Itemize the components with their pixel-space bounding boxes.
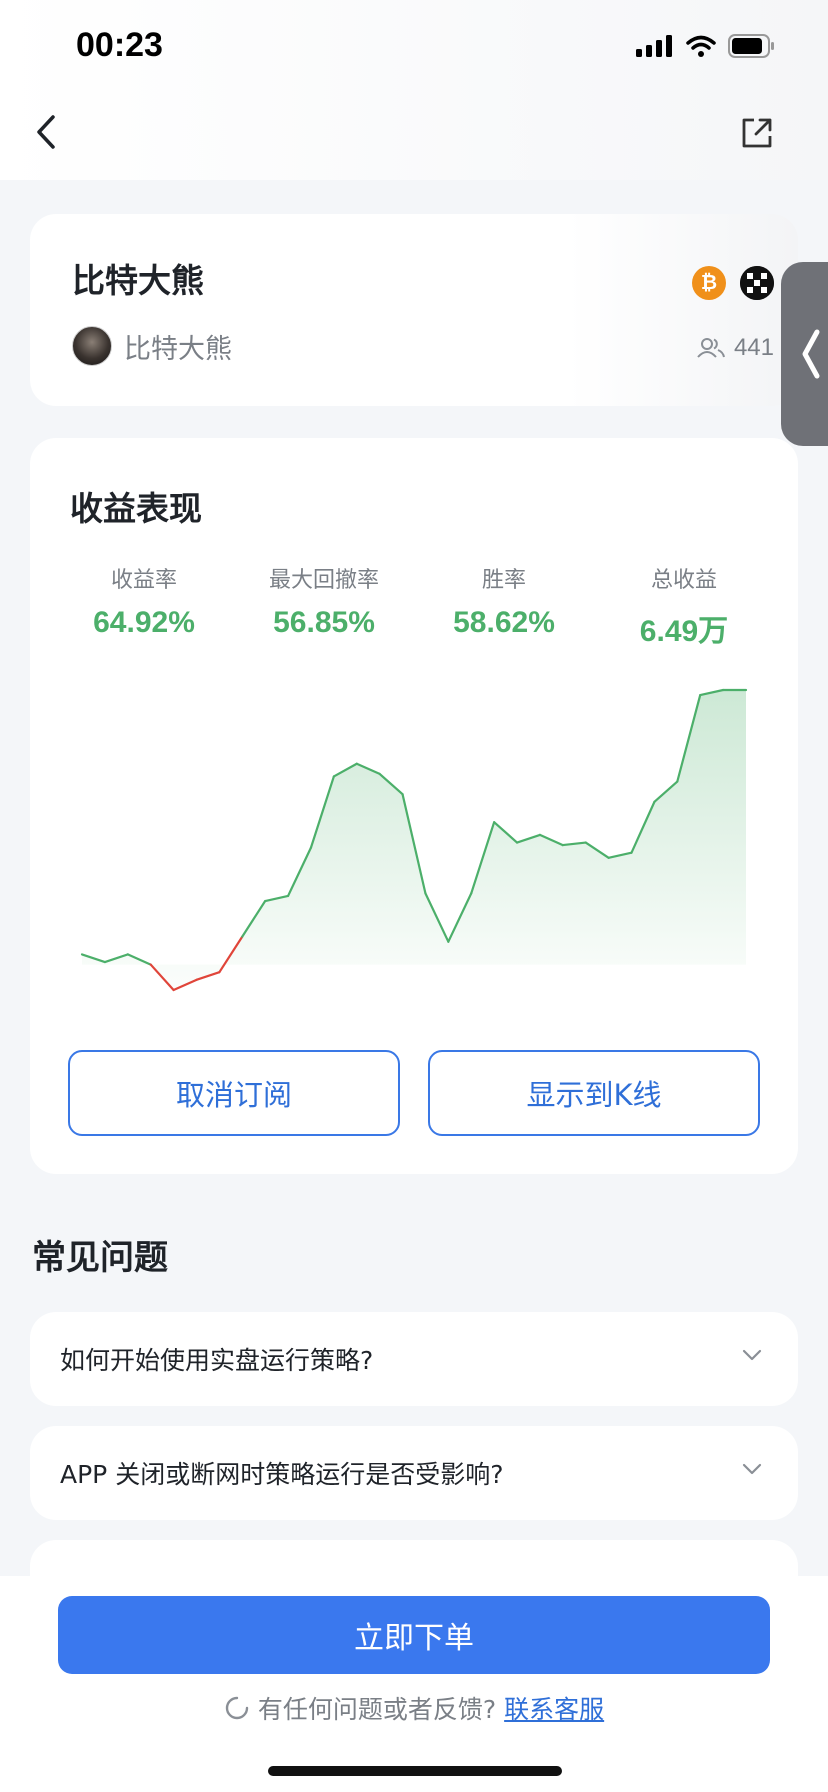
stat-value: 64.92% (93, 606, 195, 639)
strategy-profile-card: 比特大熊 ₿ 比特大熊 441 (30, 214, 798, 406)
stat-label: 总收益 (650, 568, 717, 593)
bottom-action-bar: 立即下单 有任何问题或者反馈? 联系客服 (0, 1576, 828, 1792)
share-icon (742, 118, 772, 148)
status-icons (636, 34, 776, 58)
stat-label: 胜率 (481, 568, 526, 593)
chevron-down-icon (742, 1463, 762, 1475)
stat-value: 56.85% (273, 606, 375, 639)
share-button[interactable] (738, 114, 776, 152)
side-drawer-tab[interactable] (781, 262, 828, 446)
chevron-left-icon (802, 329, 820, 379)
help-text: 有任何问题或者反馈? (257, 1695, 497, 1724)
faq-item[interactable]: 如何开始使用实盘运行策略? (30, 1312, 798, 1406)
followers-count: 441 (696, 334, 774, 362)
faq-question: APP 关闭或断网时策略运行是否受影响? (60, 1460, 504, 1489)
chevron-left-icon (37, 115, 55, 149)
loading-icon (225, 1696, 249, 1720)
performance-title: 收益表现 (70, 489, 202, 528)
stat-total-profit: 总收益 6.49万 (594, 562, 774, 650)
place-order-button[interactable]: 立即下单 (58, 1596, 770, 1674)
navigation-bar (0, 96, 828, 168)
home-indicator (268, 1766, 562, 1776)
avatar (72, 326, 112, 366)
faq-title: 常见问题 (32, 1238, 168, 1278)
stats-row: 收益率 64.92% 最大回撤率 56.85% 胜率 58.62% 总收益 6.… (30, 562, 798, 650)
stat-value: 6.49万 (639, 615, 729, 648)
author-row[interactable]: 比特大熊 (72, 326, 232, 366)
stat-label: 最大回撤率 (268, 568, 379, 593)
unsubscribe-button[interactable]: 取消订阅 (68, 1050, 400, 1136)
performance-card: 收益表现 收益率 64.92% 最大回撤率 56.85% 胜率 58.62% 总… (30, 438, 798, 1174)
wifi-icon (686, 35, 716, 57)
show-on-kline-button[interactable]: 显示到K线 (428, 1050, 760, 1136)
coin-icons: ₿ (692, 266, 774, 300)
help-row: 有任何问题或者反馈? 联系客服 (0, 1690, 828, 1726)
battery-icon (728, 34, 774, 58)
contact-support-link[interactable]: 联系客服 (504, 1690, 604, 1726)
stat-win-rate: 胜率 58.62% (414, 562, 594, 650)
faq-question: 如何开始使用实盘运行策略? (60, 1346, 374, 1375)
stat-label: 收益率 (110, 568, 177, 593)
performance-chart (80, 688, 748, 992)
action-buttons: 取消订阅 显示到K线 (68, 1050, 760, 1136)
status-bar: 00:23 (0, 0, 828, 96)
followers-value: 441 (733, 334, 774, 361)
back-button[interactable] (26, 112, 66, 152)
stat-return-rate: 收益率 64.92% (54, 562, 234, 650)
chevron-down-icon (742, 1349, 762, 1361)
stat-max-drawdown: 最大回撤率 56.85% (234, 562, 414, 650)
users-icon (697, 338, 725, 358)
bitcoin-icon: ₿ (692, 266, 726, 300)
stat-value: 58.62% (453, 606, 555, 639)
strategy-name: 比特大熊 (72, 261, 204, 300)
faq-item[interactable]: APP 关闭或断网时策略运行是否受影响? (30, 1426, 798, 1520)
status-time: 00:23 (76, 26, 163, 64)
author-name: 比特大熊 (124, 333, 232, 365)
signal-icon (636, 35, 672, 57)
okx-icon (740, 266, 774, 300)
